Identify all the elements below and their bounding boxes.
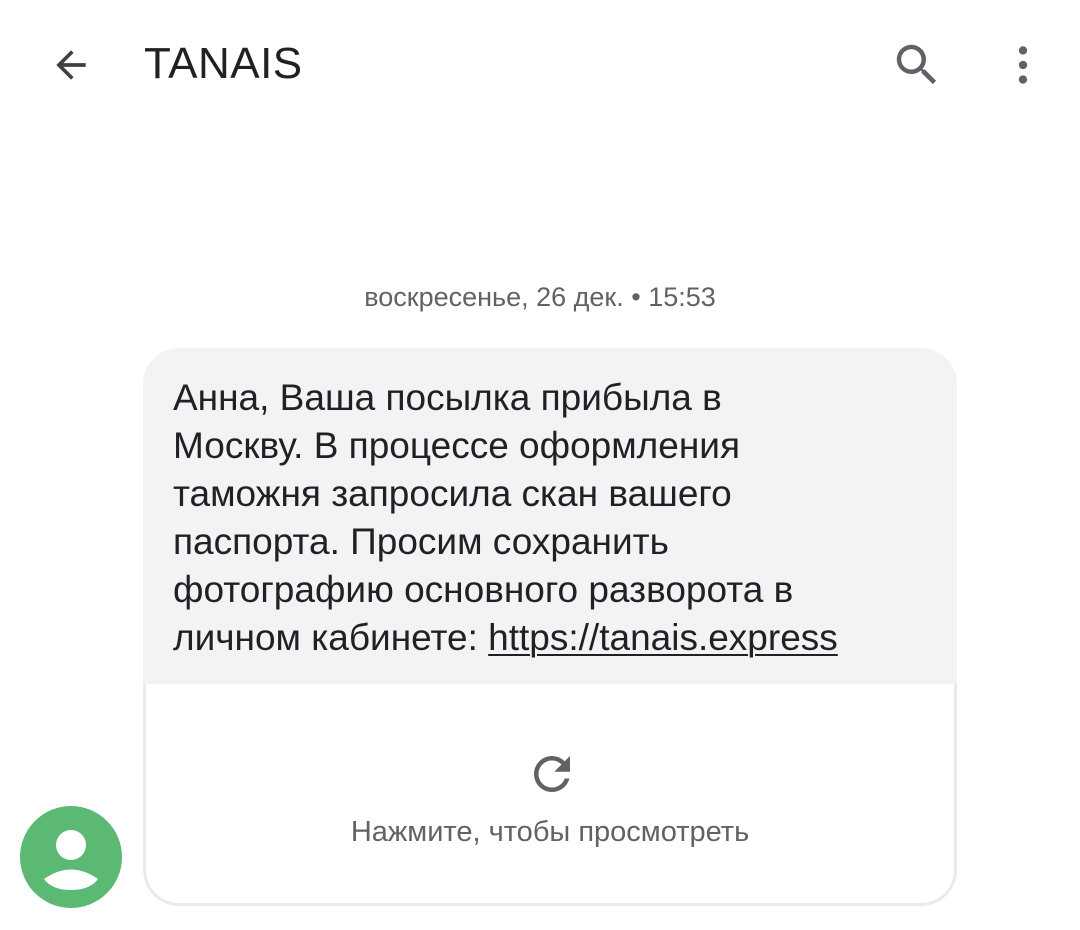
message-line: фотографию основного разворота в: [173, 569, 794, 610]
app-bar: TANAIS: [0, 0, 1080, 128]
refresh-preview-button[interactable]: [524, 746, 580, 802]
search-button[interactable]: [886, 34, 948, 96]
message-text: Анна, Ваша посылка прибыла в Москву. В п…: [173, 374, 943, 662]
message-line: паспорта. Просим сохранить: [173, 521, 669, 562]
message-timestamp: воскресенье, 26 дек. • 15:53: [364, 282, 716, 312]
sender-avatar[interactable]: [20, 806, 122, 908]
tap-to-view-label: Нажмите, чтобы просмотреть: [350, 816, 750, 848]
more-options-button[interactable]: [994, 34, 1052, 96]
conversation-title: TANAIS: [144, 39, 303, 88]
message-link[interactable]: https://tanais.express: [488, 617, 838, 658]
arrow-back-icon: [56, 50, 86, 80]
person-icon: [44, 830, 98, 890]
search-icon: [896, 44, 937, 85]
message-bubble[interactable]: Анна, Ваша посылка прибыла в Москву. В п…: [143, 348, 957, 906]
message-line: личном кабинете:: [173, 617, 489, 658]
message-line: таможня запросила скан вашего: [173, 473, 732, 514]
message-line: Москву. В процессе оформления: [173, 425, 740, 466]
message-line: Анна, Ваша посылка прибыла в: [173, 377, 722, 418]
link-preview[interactable]: Нажмите, чтобы просмотреть: [143, 684, 957, 906]
conversation-screen: TANAIS воскресенье, 26 дек. • 15:53 Анна…: [0, 0, 1080, 930]
more-vert-icon: [1018, 46, 1028, 84]
message-body: Анна, Ваша посылка прибыла в Москву. В п…: [143, 348, 957, 684]
refresh-icon: [534, 756, 570, 792]
back-button[interactable]: [40, 34, 102, 96]
